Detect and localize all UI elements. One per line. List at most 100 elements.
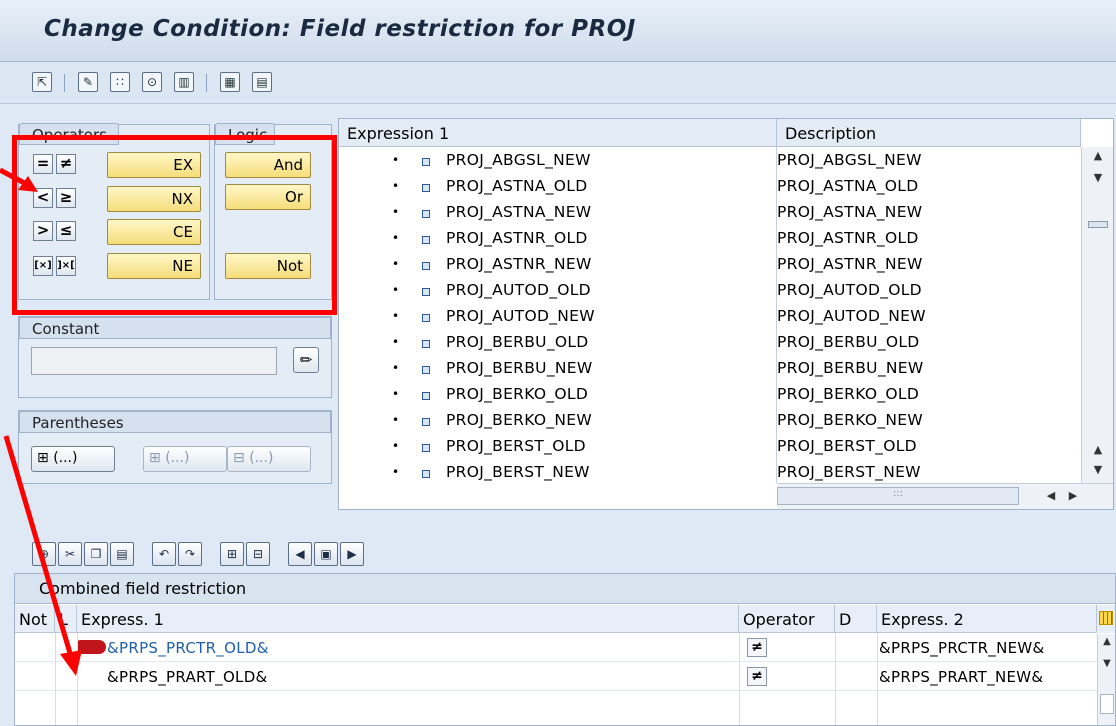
not-column-header[interactable]: Not (15, 605, 55, 633)
insert-parentheses-button[interactable]: ⊞ (...) (31, 446, 115, 472)
list-item[interactable]: • PROJ_BERBU_NEW PROJ_BERBU_NEW (339, 357, 1081, 383)
expression-scrollbar[interactable]: ▲ ▼ ▲ ▼ (1081, 147, 1113, 483)
scroll-right-icon[interactable]: ▶ (1063, 489, 1083, 502)
table-row[interactable]: &PRPS_PRCTR_OLD& ≠ &PRPS_PRCTR_NEW& (15, 634, 1097, 662)
field-name[interactable]: PROJ_ABGSL_NEW (446, 151, 591, 169)
column-settings-icon[interactable] (1097, 605, 1115, 633)
greater-than-button[interactable]: > (33, 221, 53, 241)
list-item[interactable]: • PROJ_AUTOD_OLD PROJ_AUTOD_OLD (339, 279, 1081, 305)
scroll-down-icon[interactable]: ▼ (1088, 171, 1108, 184)
ex-button[interactable]: EX (107, 152, 201, 178)
scroll-left-icon[interactable]: ◀ (1041, 489, 1061, 502)
formula-icon[interactable]: ∷ (110, 72, 130, 92)
field-name[interactable]: PROJ_BERST_OLD (446, 437, 586, 455)
combined-title: Combined field restriction (15, 574, 1115, 604)
field-name[interactable]: PROJ_ASTNA_NEW (446, 203, 591, 221)
or-button[interactable]: Or (225, 184, 311, 210)
cut-icon[interactable]: ✂ (58, 542, 82, 566)
operator-value[interactable]: ≠ (747, 667, 767, 686)
combined-restriction-panel: Combined field restriction Not L Express… (14, 573, 1116, 726)
wrap-parentheses-button[interactable]: ⊞ (...) (143, 446, 227, 472)
constant-input[interactable] (31, 347, 277, 375)
and-button[interactable]: And (225, 152, 311, 178)
l-column-header[interactable]: L (55, 605, 77, 633)
previous-icon[interactable]: ◀ (288, 542, 312, 566)
combined-scroll-thumb[interactable] (1100, 694, 1114, 714)
nx-button[interactable]: NX (107, 186, 201, 212)
operator-value[interactable]: ≠ (747, 638, 767, 657)
combined-scrollbar[interactable]: ▲ ▼ (1097, 634, 1115, 725)
expression1-value[interactable]: &PRPS_PRART_OLD& (107, 668, 268, 686)
field-description: PROJ_AUTOD_NEW (777, 307, 926, 325)
check-icon[interactable]: ⊙ (142, 72, 162, 92)
back-icon[interactable]: ⇱ (32, 72, 52, 92)
field-name[interactable]: PROJ_ASTNR_NEW (446, 255, 592, 273)
field-name[interactable]: PROJ_BERBU_NEW (446, 359, 592, 377)
add-block-icon[interactable]: ⊞ (220, 542, 244, 566)
less-equal-button[interactable]: ≤ (56, 221, 76, 241)
grid-icon[interactable]: ▤ (252, 72, 272, 92)
field-name[interactable]: PROJ_BERKO_OLD (446, 385, 588, 403)
scroll-up-icon-2[interactable]: ▲ (1088, 443, 1108, 456)
greater-equal-button[interactable]: ≥ (56, 188, 76, 208)
field-name[interactable]: PROJ_AUTOD_OLD (446, 281, 591, 299)
list-item[interactable]: • PROJ_AUTOD_NEW PROJ_AUTOD_NEW (339, 305, 1081, 331)
field-name[interactable]: PROJ_BERKO_NEW (446, 411, 592, 429)
horizontal-scroll-thumb[interactable]: ::: (777, 487, 1019, 505)
expression2-column-header[interactable]: Express. 2 (877, 605, 1097, 633)
table-icon[interactable]: ▥ (174, 72, 194, 92)
insert-row-icon[interactable]: ⊕ (32, 542, 56, 566)
list-item[interactable]: • PROJ_BERST_OLD PROJ_BERST_OLD (339, 435, 1081, 461)
ce-button[interactable]: CE (107, 219, 201, 245)
page-title: Change Condition: Field restriction for … (44, 16, 636, 42)
edit-icon[interactable]: ✎ (78, 72, 98, 92)
operator-column-header[interactable]: Operator (739, 605, 835, 633)
list-item[interactable]: • PROJ_ASTNA_NEW PROJ_ASTNA_NEW (339, 201, 1081, 227)
table-row[interactable] (15, 692, 1097, 720)
list-item[interactable]: • PROJ_ABGSL_NEW PROJ_ABGSL_NEW (339, 149, 1081, 175)
not-equal-operator-button[interactable]: ≠ (56, 154, 76, 174)
between-button[interactable]: [×] (33, 256, 53, 276)
field-name[interactable]: PROJ_ASTNA_OLD (446, 177, 587, 195)
paste-icon[interactable]: ▤ (110, 542, 134, 566)
remove-block-icon[interactable]: ⊟ (246, 542, 270, 566)
combined-scroll-down-icon[interactable]: ▼ (1097, 658, 1116, 669)
expression1-value[interactable]: &PRPS_PRCTR_OLD& (107, 639, 269, 657)
scroll-down-icon-2[interactable]: ▼ (1088, 463, 1108, 476)
display-icon[interactable]: ▣ (314, 542, 338, 566)
list-item[interactable]: • PROJ_ASTNR_NEW PROJ_ASTNR_NEW (339, 253, 1081, 279)
list-item[interactable]: • PROJ_BERKO_NEW PROJ_BERKO_NEW (339, 409, 1081, 435)
list-item[interactable]: • PROJ_BERBU_OLD PROJ_BERBU_OLD (339, 331, 1081, 357)
equal-operator-button[interactable]: = (33, 154, 53, 174)
scroll-up-icon[interactable]: ▲ (1088, 149, 1108, 162)
expression2-value[interactable]: &PRPS_PRART_NEW& (879, 668, 1079, 686)
ne-button[interactable]: NE (107, 253, 201, 279)
d-column-header[interactable]: D (835, 605, 877, 633)
pattern-icon[interactable]: ▦ (220, 72, 240, 92)
scroll-thumb[interactable] (1088, 221, 1108, 228)
undo-icon[interactable]: ↶ (152, 542, 176, 566)
expression1-column-header[interactable]: Express. 1 (77, 605, 739, 633)
copy-icon[interactable]: ❐ (84, 542, 108, 566)
list-item[interactable]: • PROJ_BERKO_OLD PROJ_BERKO_OLD (339, 383, 1081, 409)
horizontal-scrollbar[interactable]: ::: ◀ ▶ (777, 483, 1113, 509)
not-between-button[interactable]: ]×[ (56, 256, 76, 276)
field-node-icon (422, 184, 430, 192)
expression-column-header[interactable]: Expression 1 (339, 119, 777, 147)
description-column-header[interactable]: Description (777, 119, 1081, 147)
field-name[interactable]: PROJ_AUTOD_NEW (446, 307, 595, 325)
list-item[interactable]: • PROJ_ASTNR_OLD PROJ_ASTNR_OLD (339, 227, 1081, 253)
list-item[interactable]: • PROJ_ASTNA_OLD PROJ_ASTNA_OLD (339, 175, 1081, 201)
field-name[interactable]: PROJ_ASTNR_OLD (446, 229, 588, 247)
table-row[interactable]: &PRPS_PRART_OLD& ≠ &PRPS_PRART_NEW& (15, 663, 1097, 691)
field-name[interactable]: PROJ_BERBU_OLD (446, 333, 589, 351)
expression2-value[interactable]: &PRPS_PRCTR_NEW& (879, 639, 1079, 657)
field-name[interactable]: PROJ_BERST_NEW (446, 463, 590, 481)
remove-parentheses-button[interactable]: ⊟ (...) (227, 446, 311, 472)
not-button[interactable]: Not (225, 253, 311, 279)
pencil-icon[interactable]: ✏ (293, 347, 319, 373)
less-than-button[interactable]: < (33, 188, 53, 208)
next-icon[interactable]: ▶ (340, 542, 364, 566)
combined-scroll-up-icon[interactable]: ▲ (1097, 636, 1116, 647)
redo-icon[interactable]: ↷ (178, 542, 202, 566)
